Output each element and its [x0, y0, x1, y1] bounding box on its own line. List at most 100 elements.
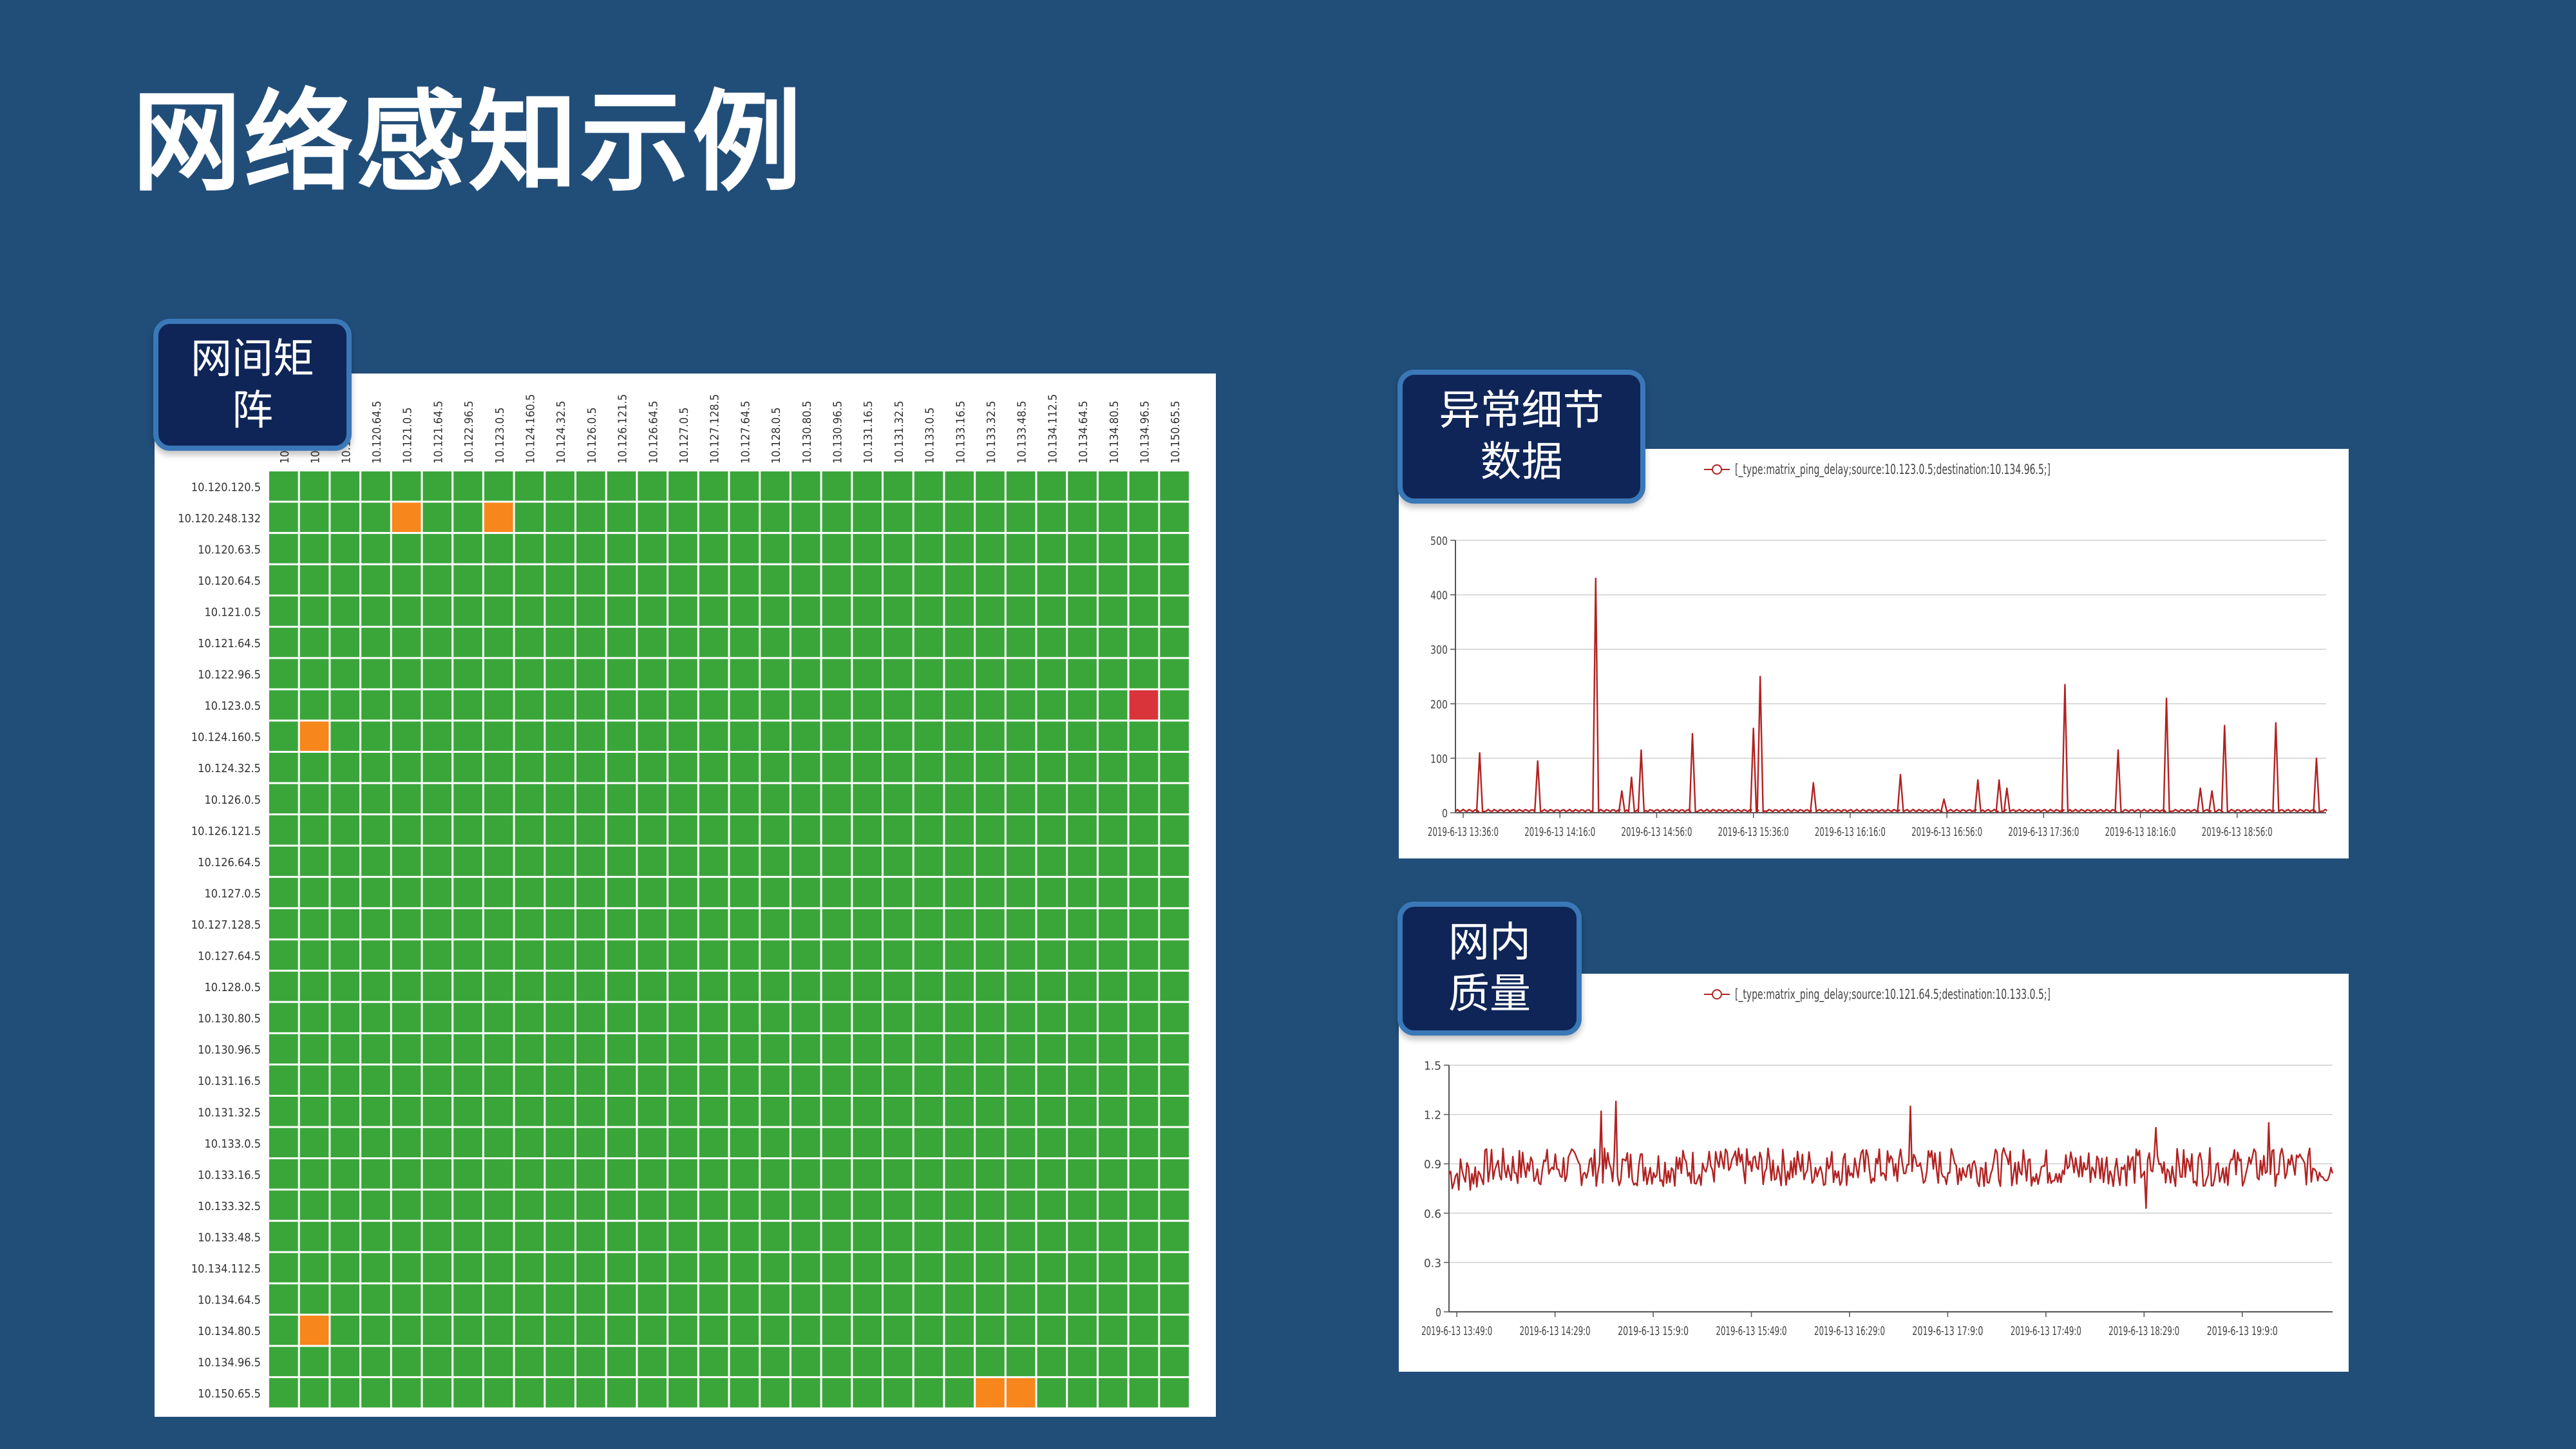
matrix-cell-r10-c23	[976, 784, 1005, 814]
matrix-cell-r15-c7	[484, 940, 513, 970]
matrix-row-label: 10.134.80.5	[198, 1325, 261, 1338]
matrix-cell-r10-c11	[607, 784, 636, 814]
matrix-col-label: 10.127.0.5	[677, 407, 691, 464]
matrix-cell-r22-c5	[422, 1159, 452, 1189]
matrix-cell-r15-c6	[453, 940, 482, 970]
matrix-cell-r3-c13	[668, 565, 697, 595]
matrix-cell-r6-c4	[392, 659, 421, 688]
matrix-cell-r7-c20	[884, 690, 913, 720]
matrix-cell-r19-c24	[1006, 1065, 1036, 1095]
matrix-cell-r17-c9	[545, 1003, 574, 1032]
matrix-cell-r26-c17	[791, 1284, 820, 1314]
matrix-cell-r16-c24	[1006, 971, 1036, 1001]
matrix-cell-r8-c27	[1098, 721, 1128, 751]
matrix-cell-r16-c11	[607, 971, 636, 1001]
matrix-cell-r3-c27	[1098, 565, 1128, 595]
matrix-cell-r11-c19	[853, 815, 882, 845]
y-tick-label: 1.5	[1424, 1059, 1441, 1073]
matrix-cell-r12-c11	[607, 846, 636, 876]
matrix-cell-r28-c27	[1098, 1347, 1128, 1376]
matrix-cell-r6-c15	[730, 659, 759, 688]
matrix-cell-r24-c4	[392, 1222, 421, 1251]
matrix-cell-r1-c25	[1037, 502, 1066, 533]
matrix-cell-r14-c9	[545, 909, 574, 939]
matrix-cell-r4-c17	[791, 596, 820, 626]
matrix-cell-r29-c5	[422, 1378, 452, 1408]
matrix-cell-r10-c5	[422, 784, 452, 814]
matrix-cell-r10-c1	[299, 784, 329, 814]
matrix-cell-r28-c23	[976, 1347, 1005, 1376]
matrix-cell-r10-c28	[1129, 784, 1159, 814]
matrix-cell-r19-c3	[361, 1065, 390, 1095]
matrix-row-label: 10.126.0.5	[204, 793, 261, 807]
matrix-cell-r8-c11	[607, 721, 636, 751]
matrix-cell-r18-c13	[668, 1034, 697, 1064]
matrix-cell-r18-c22	[945, 1034, 974, 1064]
matrix-cell-r15-c21	[914, 940, 943, 970]
matrix-cell-r2-c20	[884, 534, 913, 564]
matrix-cell-r25-c11	[607, 1253, 636, 1283]
matrix-cell-r26-c10	[576, 1284, 605, 1314]
matrix-cell-r12-c24	[1006, 846, 1036, 876]
matrix-cell-r23-c12	[638, 1190, 667, 1220]
matrix-cell-r11-c3	[361, 815, 390, 845]
matrix-cell-r10-c7	[484, 784, 513, 814]
matrix-cell-r4-c23	[976, 596, 1005, 626]
matrix-cell-r27-c25	[1037, 1315, 1066, 1345]
matrix-cell-r6-c7	[484, 659, 513, 688]
matrix-cell-r18-c27	[1098, 1034, 1128, 1064]
matrix-cell-r3-c22	[945, 565, 974, 595]
matrix-cell-r16-c10	[576, 971, 605, 1001]
matrix-cell-r21-c14	[699, 1128, 728, 1158]
matrix-cell-r29-c22	[945, 1378, 974, 1408]
matrix-col-label: 10.130.80.5	[800, 401, 814, 464]
matrix-cell-r21-c4	[392, 1128, 421, 1158]
matrix-cell-r25-c6	[453, 1253, 482, 1283]
matrix-cell-r21-c12	[638, 1128, 667, 1158]
matrix-cell-r5-c24	[1006, 627, 1036, 658]
matrix-cell-r10-c4	[392, 784, 421, 814]
matrix-cell-r26-c6	[453, 1284, 482, 1314]
matrix-cell-r3-c4	[392, 565, 421, 595]
matrix-cell-r6-c14	[699, 659, 728, 688]
matrix-col-label: 10.134.96.5	[1138, 401, 1151, 464]
matrix-cell-r26-c20	[884, 1284, 913, 1314]
matrix-cell-r14-c26	[1068, 909, 1097, 939]
matrix-cell-r18-c0	[269, 1034, 298, 1064]
matrix-cell-r25-c10	[576, 1253, 605, 1283]
matrix-cell-r2-c18	[822, 534, 851, 564]
matrix-cell-r29-c24	[1006, 1378, 1036, 1408]
matrix-cell-r19-c23	[976, 1065, 1005, 1095]
matrix-cell-r15-c19	[853, 940, 882, 970]
matrix-cell-r20-c16	[761, 1097, 790, 1126]
matrix-cell-r10-c6	[453, 784, 482, 814]
matrix-cell-r8-c0	[269, 721, 298, 751]
matrix-cell-r29-c15	[730, 1378, 759, 1408]
matrix-cell-r25-c12	[638, 1253, 667, 1283]
matrix-cell-r17-c26	[1068, 1003, 1097, 1032]
matrix-cell-r24-c7	[484, 1222, 513, 1251]
matrix-cell-r16-c25	[1037, 971, 1066, 1001]
matrix-cell-r25-c21	[914, 1253, 943, 1283]
x-tick-label: 2019-6-13 13:49:0	[1421, 1324, 1492, 1338]
matrix-cell-r20-c14	[699, 1097, 728, 1126]
matrix-cell-r11-c26	[1068, 815, 1097, 845]
matrix-cell-r9-c22	[945, 752, 974, 782]
matrix-cell-r0-c9	[545, 471, 574, 501]
matrix-cell-r28-c14	[699, 1347, 728, 1376]
matrix-cell-r16-c22	[945, 971, 974, 1001]
matrix-cell-r11-c1	[299, 815, 329, 845]
matrix-cell-r3-c7	[484, 565, 513, 595]
matrix-cell-r19-c20	[884, 1065, 913, 1095]
matrix-cell-r1-c14	[699, 502, 728, 533]
matrix-cell-r2-c11	[607, 534, 636, 564]
matrix-cell-r6-c28	[1129, 659, 1159, 688]
matrix-cell-r21-c13	[668, 1128, 697, 1158]
matrix-col-label: 10.134.112.5	[1046, 394, 1059, 464]
matrix-cell-r15-c15	[730, 940, 759, 970]
matrix-cell-r9-c12	[638, 752, 667, 782]
matrix-cell-r8-c2	[330, 721, 360, 751]
matrix-cell-r23-c20	[884, 1190, 913, 1220]
matrix-cell-r13-c19	[853, 878, 882, 907]
matrix-cell-r23-c17	[791, 1190, 820, 1220]
